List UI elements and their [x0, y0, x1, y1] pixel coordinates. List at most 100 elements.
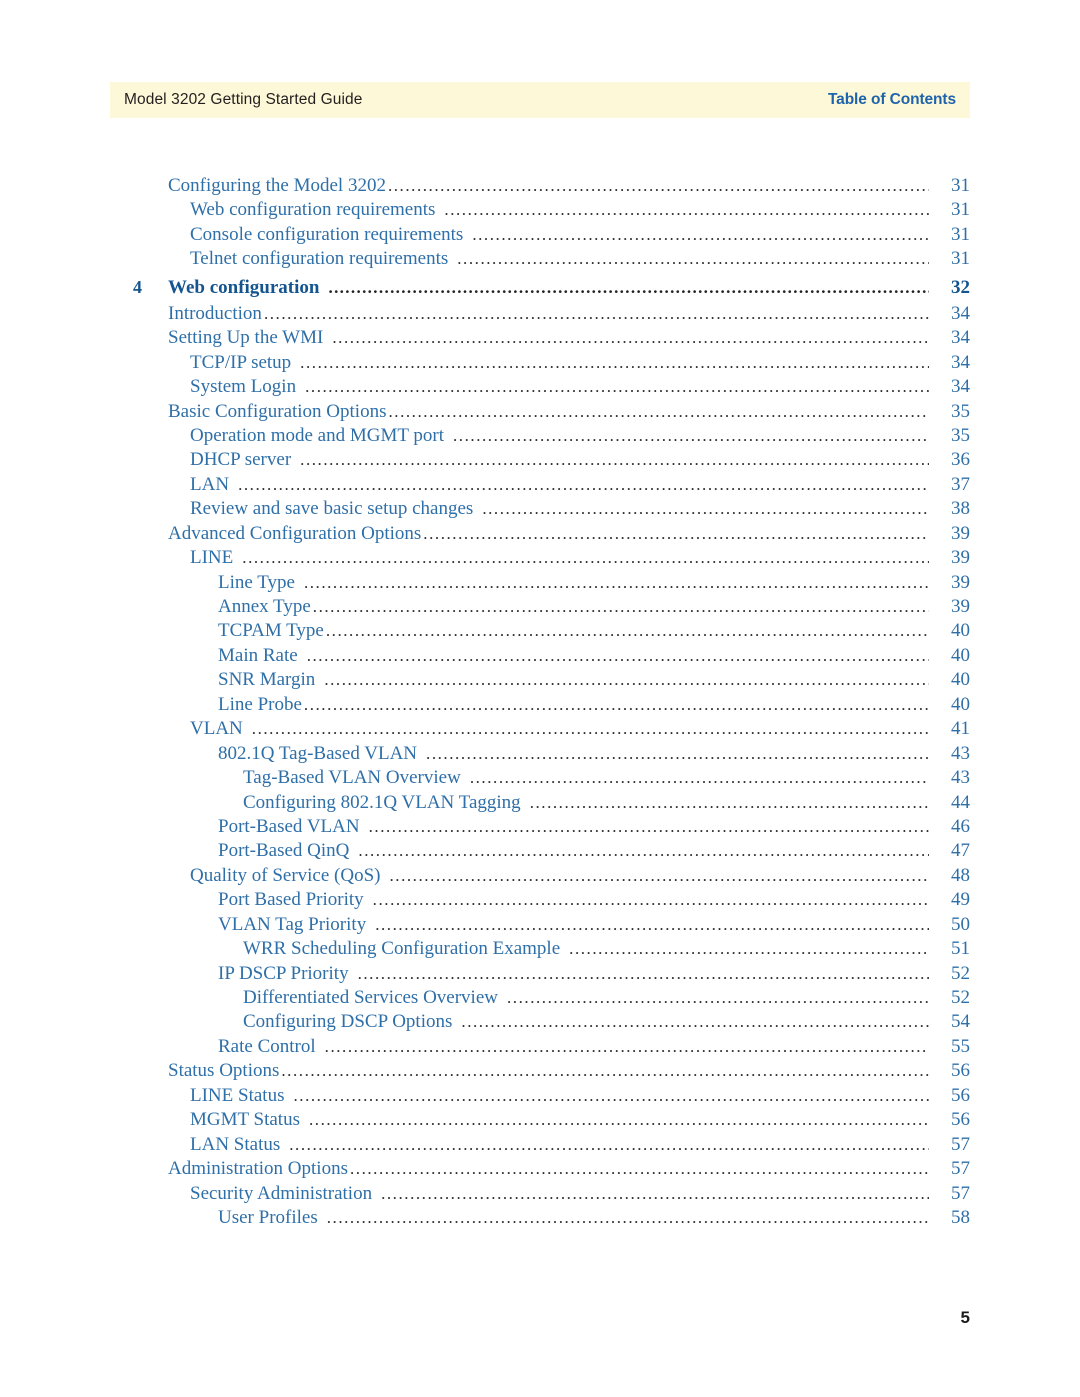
toc-entry[interactable]: Rate Control 55: [0, 1036, 1080, 1060]
toc-entry[interactable]: User Profiles 58: [0, 1207, 1080, 1231]
toc-entry-page-number: 34: [951, 351, 970, 373]
toc-entry[interactable]: DHCP server 36: [0, 449, 1080, 473]
toc-entry-label: Configuring DSCP Options: [243, 1011, 453, 1033]
toc-entry-page-number: 36: [951, 449, 970, 471]
toc-entry[interactable]: Console configuration requirements 31: [0, 224, 1080, 248]
toc-entry-label: Telnet configuration requirements: [190, 248, 449, 270]
toc-entry[interactable]: Configuring 802.1Q VLAN Tagging 44: [0, 792, 1080, 816]
toc-entry-label: TCP/IP setup: [190, 351, 292, 373]
toc-entry[interactable]: Tag-Based VLAN Overview 43: [0, 767, 1080, 791]
toc-entry[interactable]: System Login 34: [0, 376, 1080, 400]
toc-dot-leader: [389, 867, 929, 886]
toc-entry-label: Basic Configuration Options: [168, 400, 387, 422]
toc-entry[interactable]: IP DSCP Priority 52: [0, 963, 1080, 987]
toc-entry[interactable]: Administration Options 57: [0, 1158, 1080, 1182]
toc-entry[interactable]: Basic Configuration Options 35: [0, 401, 1080, 425]
toc-entry[interactable]: Operation mode and MGMT port 35: [0, 425, 1080, 449]
toc-entry-label: Administration Options: [168, 1158, 348, 1180]
toc-entry-page-number: 56: [951, 1084, 970, 1106]
toc-entry[interactable]: Port Based Priority 49: [0, 889, 1080, 913]
toc-entry-page-number: 54: [951, 1011, 970, 1033]
toc-entry[interactable]: Line Type 39: [0, 572, 1080, 596]
toc-entry[interactable]: WRR Scheduling Configuration Example 51: [0, 938, 1080, 962]
toc-entry-page-number: 40: [951, 669, 970, 691]
toc-dot-leader: [388, 177, 929, 196]
toc-entry-page-number: 35: [951, 400, 970, 422]
toc-entry[interactable]: LINE Status 56: [0, 1085, 1080, 1109]
toc-entry[interactable]: Configuring DSCP Options 54: [0, 1011, 1080, 1035]
toc-dot-leader: [324, 671, 929, 690]
toc-entry[interactable]: TCP/IP setup 34: [0, 352, 1080, 376]
toc-dot-leader: [453, 427, 929, 446]
toc-entry-label: Web configuration: [168, 276, 320, 298]
toc-entry[interactable]: Introduction 34: [0, 303, 1080, 327]
toc-entry-label: TCPAM Type: [218, 620, 324, 642]
toc-entry[interactable]: Port-Based VLAN 46: [0, 816, 1080, 840]
toc-entry-page-number: 35: [951, 424, 970, 446]
toc-dot-leader: [304, 696, 929, 715]
toc-entry[interactable]: Quality of Service (QoS) 48: [0, 865, 1080, 889]
toc-entry[interactable]: LAN 37: [0, 474, 1080, 498]
toc-dot-leader: [423, 525, 929, 544]
toc-entry-page-number: 57: [951, 1158, 970, 1180]
toc-entry-page-number: 32: [951, 276, 970, 298]
toc-dot-leader: [327, 1209, 929, 1228]
toc-entry[interactable]: Security Administration 57: [0, 1183, 1080, 1207]
toc-dot-leader: [328, 279, 929, 298]
toc-entry-label: Status Options: [168, 1060, 280, 1082]
toc-entry-page-number: 52: [951, 987, 970, 1008]
toc-entry[interactable]: Annex Type 39: [0, 596, 1080, 620]
toc-entry-label: Port-Based VLAN: [218, 815, 360, 837]
toc-entry-label: Introduction: [168, 302, 262, 324]
toc-dot-leader: [507, 989, 929, 1008]
toc-entry[interactable]: Status Options 56: [0, 1060, 1080, 1084]
toc-entry[interactable]: Review and save basic setup changes 38: [0, 498, 1080, 522]
toc-entry[interactable]: Configuring the Model 3202 31: [0, 175, 1080, 199]
toc-entry[interactable]: Advanced Configuration Options 39: [0, 523, 1080, 547]
toc-dot-leader: [309, 1111, 929, 1130]
toc-entry[interactable]: SNR Margin 40: [0, 669, 1080, 693]
toc-entry-page-number: 47: [951, 840, 970, 862]
toc-entry[interactable]: 4 Web configuration 32: [0, 277, 1080, 303]
toc-entry[interactable]: 802.1Q Tag-Based VLAN 43: [0, 743, 1080, 767]
toc-entry-label: VLAN Tag Priority: [218, 913, 367, 935]
toc-dot-leader: [369, 818, 929, 837]
toc-entry-page-number: 51: [951, 938, 970, 960]
toc-entry-label: Console configuration requirements: [190, 223, 464, 245]
toc-entry-label: SNR Margin: [218, 669, 316, 691]
toc-entry-label: LAN: [190, 473, 230, 495]
toc-entry[interactable]: MGMT Status 56: [0, 1109, 1080, 1133]
toc-entry-page-number: 40: [951, 620, 970, 642]
toc-entry[interactable]: VLAN Tag Priority 50: [0, 914, 1080, 938]
toc-dot-leader: [358, 842, 929, 861]
toc-dot-leader: [350, 1160, 929, 1179]
toc-entry[interactable]: LINE 39: [0, 547, 1080, 571]
toc-entry[interactable]: TCPAM Type 40: [0, 620, 1080, 644]
toc-entry-label: WRR Scheduling Configuration Example: [243, 938, 561, 960]
toc-entry-label: Line Probe: [218, 693, 302, 715]
toc-entry-page-number: 34: [951, 376, 970, 398]
toc-entry-label: Configuring the Model 3202: [168, 175, 386, 196]
toc-entry[interactable]: Line Probe 40: [0, 694, 1080, 718]
toc-entry-label: LINE: [190, 547, 234, 569]
toc-dot-leader: [313, 598, 929, 617]
toc-entry[interactable]: Port-Based QinQ 47: [0, 840, 1080, 864]
toc-entry[interactable]: Web configuration requirements 31: [0, 199, 1080, 223]
toc-entry-page-number: 57: [951, 1133, 970, 1155]
toc-entry-label: Line Type: [218, 571, 295, 593]
toc-entry[interactable]: LAN Status 57: [0, 1134, 1080, 1158]
toc-dot-leader: [530, 794, 929, 813]
toc-dot-leader: [325, 1038, 929, 1057]
toc-entry[interactable]: Setting Up the WMI 34: [0, 327, 1080, 351]
toc-entry-page-number: 40: [951, 644, 970, 666]
toc-entry-page-number: 31: [951, 175, 970, 196]
toc-entry[interactable]: Differentiated Services Overview 52: [0, 987, 1080, 1011]
toc-entry[interactable]: Main Rate 40: [0, 645, 1080, 669]
toc-dot-leader: [358, 965, 929, 984]
toc-entry-page-number: 48: [951, 864, 970, 886]
toc-dot-leader: [264, 305, 929, 324]
toc-entry[interactable]: VLAN 41: [0, 718, 1080, 742]
toc-entry[interactable]: Telnet configuration requirements 31: [0, 248, 1080, 272]
toc-dot-leader: [457, 250, 929, 269]
toc-entry-page-number: 39: [951, 547, 970, 569]
